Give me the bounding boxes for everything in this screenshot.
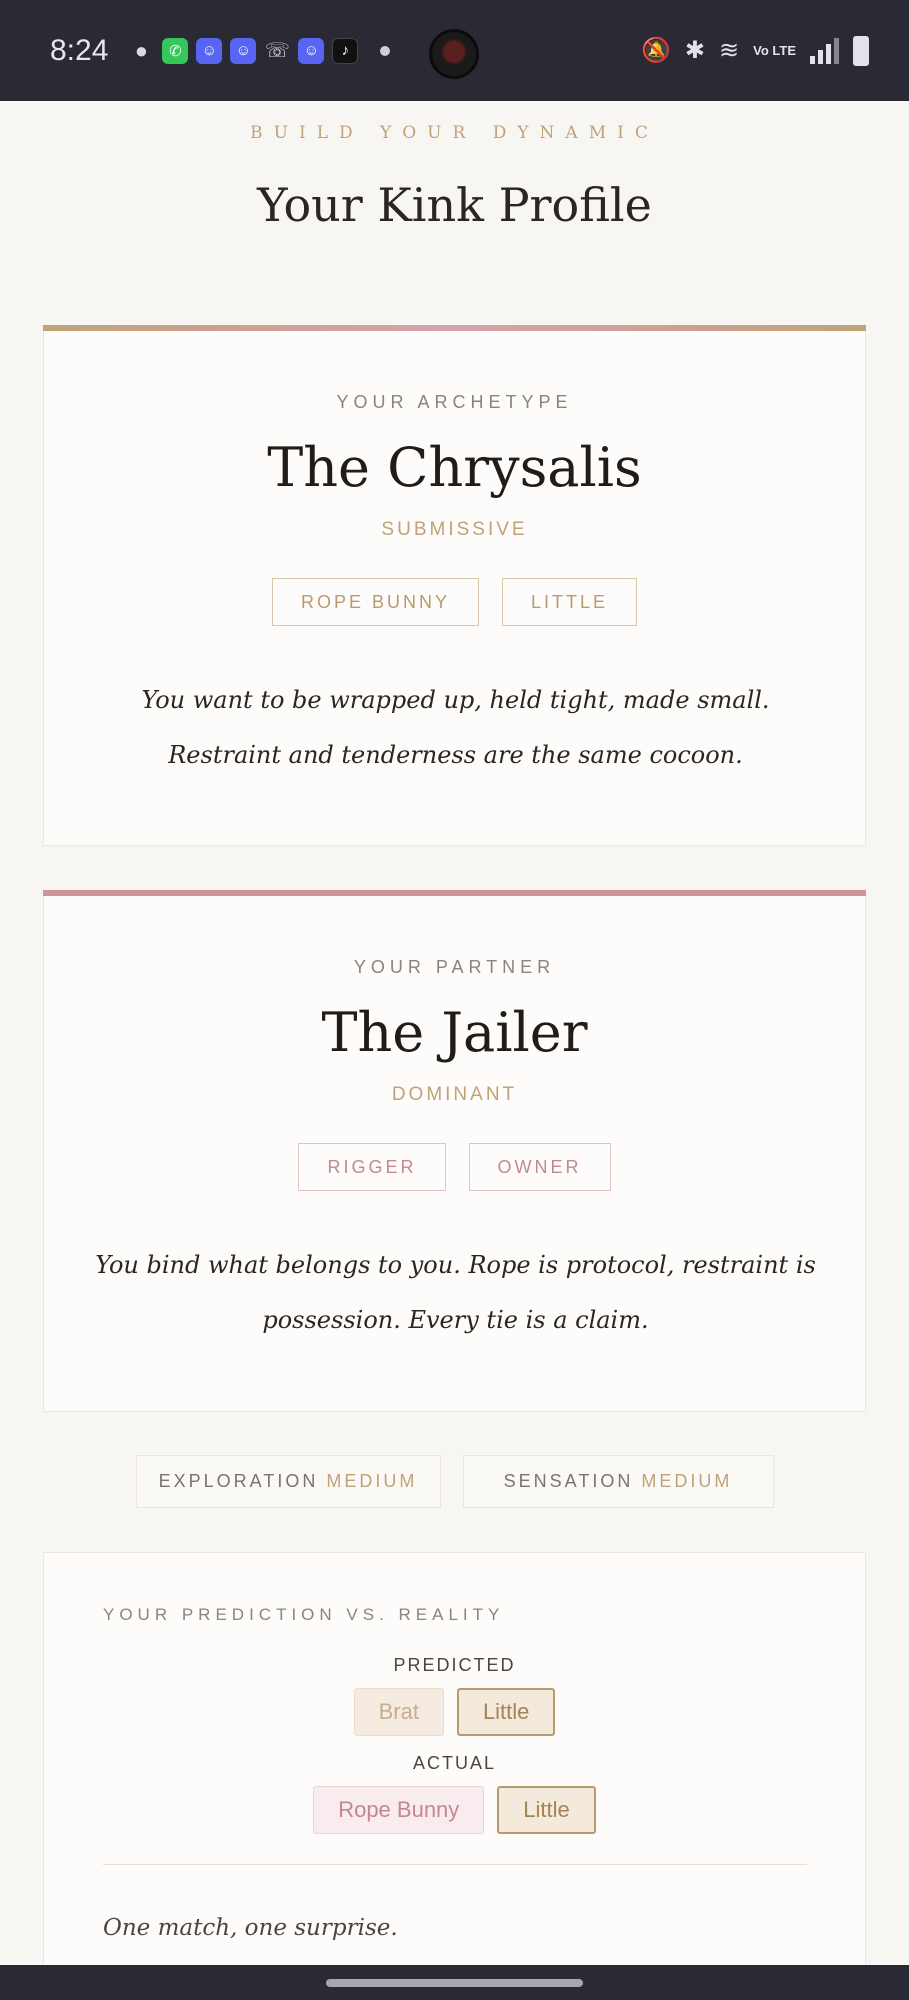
archetype-description: You want to be wrapped up, held tight, m… [141, 686, 770, 769]
intensity-meters: EXPLORATION MEDIUM SENSATION MEDIUM [0, 1455, 909, 1508]
wifi-icon: ≋ [719, 37, 740, 64]
divider [103, 1864, 807, 1865]
tag-owner: OWNER [468, 1143, 611, 1191]
tag-rope-bunny: ROPE BUNNY [271, 578, 479, 626]
battery-icon [853, 35, 869, 66]
partner-role: DOMINANT [391, 1084, 518, 1105]
home-gesture-handle[interactable] [326, 1979, 583, 1987]
tag-little: LITTLE [502, 578, 638, 626]
discord-icon: ☺ [196, 37, 223, 64]
predicted-chip-brat: Brat [353, 1688, 444, 1736]
prediction-card: YOUR PREDICTION VS. REALITY PREDICTED Br… [43, 1552, 866, 1972]
archetype-name: The Chrysalis [267, 436, 642, 499]
meter-level: MEDIUM [641, 1471, 733, 1491]
archetype-tags: ROPE BUNNY LITTLE [44, 578, 865, 626]
tiktok-icon: ♪ [332, 37, 359, 64]
card-accent-bar [43, 890, 866, 896]
chat-bubble-icon: ● [134, 37, 149, 63]
mute-icon: 🔕 [641, 37, 671, 64]
archetype-role: SUBMISSIVE [381, 519, 528, 540]
prediction-summary: One match, one surprise. [103, 1915, 398, 1941]
discord-icon: ☺ [298, 37, 325, 64]
predicted-chip-little: Little [456, 1688, 556, 1736]
partner-card: YOUR PARTNER The Jailer DOMINANT RIGGER … [43, 890, 866, 1412]
exploration-meter: EXPLORATION MEDIUM [135, 1455, 441, 1508]
discord-icon: ☺ [230, 37, 257, 64]
system-icons: 🔕 ✱ ≋ Vo LTE [641, 0, 869, 101]
prediction-title: YOUR PREDICTION VS. REALITY [103, 1605, 505, 1624]
front-camera-icon [429, 29, 479, 79]
card-accent-bar [43, 325, 866, 331]
actual-label: ACTUAL [412, 1753, 496, 1773]
gesture-nav-bar [0, 1965, 909, 2000]
status-bar: 8:24 ● ✆ ☺ ☺ ☏ ☺ ♪ 🔕 ✱ ≋ Vo LTE [0, 0, 909, 101]
archetype-label: YOUR ARCHETYPE [336, 392, 573, 412]
partner-label: YOUR PARTNER [353, 957, 556, 977]
partner-name: The Jailer [321, 1001, 588, 1064]
whatsapp-icon: ✆ [162, 37, 189, 64]
partner-description: You bind what belongs to you. Rope is pr… [95, 1251, 816, 1334]
tag-rigger: RIGGER [298, 1143, 446, 1191]
meter-label: EXPLORATION [158, 1471, 319, 1491]
missed-call-icon: ☏ [264, 40, 290, 62]
actual-chip-rope-bunny: Rope Bunny [313, 1786, 485, 1834]
page-title: Your Kink Profile [257, 178, 652, 232]
volte-icon: Vo LTE [753, 43, 796, 58]
notification-icons: ● ✆ ☺ ☺ ☏ ☺ ♪ [128, 37, 391, 64]
predicted-label: PREDICTED [393, 1655, 516, 1675]
meter-level: MEDIUM [326, 1471, 418, 1491]
bluetooth-icon: ✱ [684, 37, 706, 64]
meter-label: SENSATION [503, 1471, 634, 1491]
actual-chips: Rope Bunny Little [44, 1786, 865, 1834]
signal-icon [810, 37, 839, 64]
sensation-meter: SENSATION MEDIUM [462, 1455, 774, 1508]
actual-chip-little: Little [497, 1786, 596, 1834]
archetype-card: YOUR ARCHETYPE The Chrysalis SUBMISSIVE … [43, 325, 866, 846]
page-eyebrow: BUILD YOUR DYNAMIC [250, 123, 659, 143]
predicted-chips: Brat Little [44, 1688, 865, 1736]
partner-tags: RIGGER OWNER [44, 1143, 865, 1191]
more-dot-icon [380, 45, 391, 56]
status-time: 8:24 [50, 33, 109, 67]
